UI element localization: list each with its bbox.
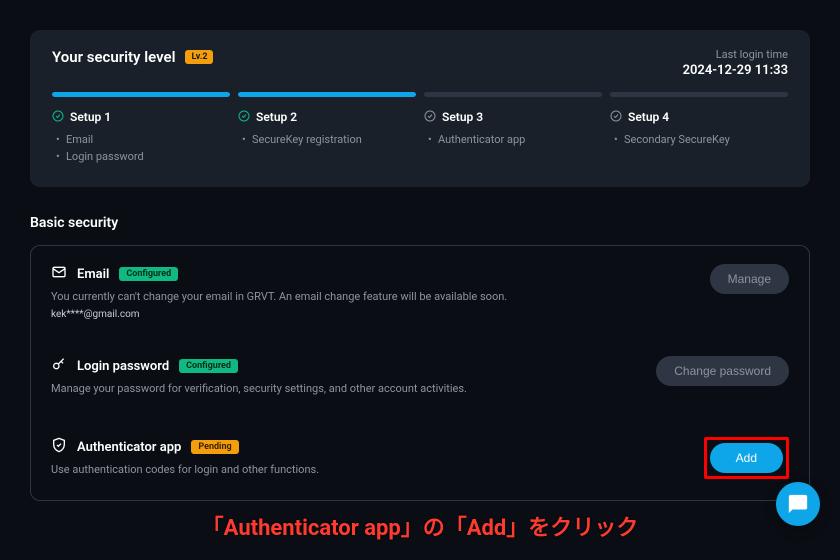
security-item-desc: You currently can't change your email in… [51,290,694,303]
security-item-extra: kek****@gmail.com [51,309,694,320]
security-item-action: Manage [710,264,789,294]
setup-step-2: Setup 2 SecureKey registration [238,92,416,165]
setup-item: Authenticator app [428,132,602,149]
security-level-panel: Your security level Lv.2 Last login time… [30,30,810,187]
setup-title: Setup 3 [442,110,483,124]
setup-items: Secondary SecureKey [610,132,788,149]
setup-item: Login password [56,149,230,166]
mail-icon [51,264,67,284]
key-icon [51,356,67,376]
setup-title: Setup 4 [628,110,669,124]
basic-security-section: Basic security Email Configured You curr… [30,215,810,501]
setup-head: Setup 3 [424,107,602,126]
security-item-action: Add [704,437,789,479]
change-password-button[interactable]: Change password [656,356,789,386]
last-login-info: Last login time 2024-12-29 11:33 [683,48,788,78]
panel-header: Your security level Lv.2 Last login time… [52,48,788,78]
setup-head: Setup 1 [52,107,230,126]
last-login-time: 2024-12-29 11:33 [683,63,788,78]
security-items-list: Email Configured You currently can't cha… [30,245,810,501]
setup-items: EmailLogin password [52,132,230,165]
level-badge: Lv.2 [185,50,213,64]
setup-head: Setup 4 [610,107,788,126]
progress-bar [52,92,230,97]
security-item-name: Email [77,267,109,282]
setup-step-1: Setup 1 EmailLogin password [52,92,230,165]
instruction-annotation: 「Authenticator app」の「Add」をクリック [202,510,639,542]
manage-button[interactable]: Manage [710,264,789,294]
progress-bar [424,92,602,97]
setup-title: Setup 1 [70,110,111,124]
security-item-login-password: Login password Configured Manage your pa… [51,338,789,419]
check-circle-icon [52,107,64,126]
security-item-authenticator-app: Authenticator app Pending Use authentica… [51,419,789,500]
chat-support-button[interactable] [776,482,820,526]
check-circle-icon [238,107,250,126]
setup-item: SecureKey registration [242,132,416,149]
setup-items: SecureKey registration [238,132,416,149]
shield-icon [51,437,67,457]
highlight-box: Add [704,437,789,479]
security-level-title: Your security level [52,48,175,66]
status-badge: Pending [191,440,238,454]
add-button[interactable]: Add [710,443,783,473]
progress-bar [238,92,416,97]
security-item-name: Login password [77,359,169,374]
status-badge: Configured [179,359,238,373]
setup-title: Setup 2 [256,110,297,124]
setup-steps-row: Setup 1 EmailLogin password Setup 2 Secu… [52,92,788,165]
check-circle-icon [424,107,436,126]
setup-step-4: Setup 4 Secondary SecureKey [610,92,788,165]
basic-security-heading: Basic security [30,215,810,231]
security-item-name: Authenticator app [77,440,181,455]
title-group: Your security level Lv.2 [52,48,213,66]
security-item-action: Change password [656,356,789,386]
chat-icon [787,493,809,515]
progress-bar [610,92,788,97]
status-badge: Configured [119,267,178,281]
setup-item: Email [56,132,230,149]
setup-head: Setup 2 [238,107,416,126]
setup-item: Secondary SecureKey [614,132,788,149]
setup-step-3: Setup 3 Authenticator app [424,92,602,165]
security-item-desc: Use authentication codes for login and o… [51,463,688,476]
last-login-label: Last login time [683,48,788,61]
check-circle-icon [610,107,622,126]
security-item-email: Email Configured You currently can't cha… [51,246,789,338]
security-item-desc: Manage your password for verification, s… [51,382,640,395]
setup-items: Authenticator app [424,132,602,149]
